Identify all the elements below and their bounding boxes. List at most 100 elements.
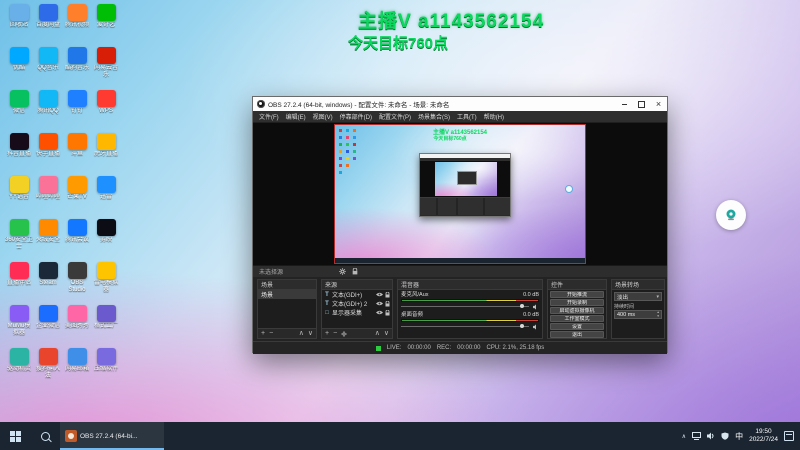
desktop-icon[interactable]: 美图秀秀 xyxy=(63,305,91,348)
desktop-icon[interactable]: 剪映 xyxy=(92,219,120,262)
desktop-icon[interactable]: Steam xyxy=(34,262,62,305)
spin-down-icon[interactable]: ▾ xyxy=(657,314,659,319)
slider-handle[interactable] xyxy=(519,304,524,308)
control-button[interactable]: 工作室模式 xyxy=(550,315,604,322)
desktop-icon[interactable]: 360安全卫士 xyxy=(5,219,33,262)
lock-icon[interactable] xyxy=(385,309,390,316)
desktop-icon[interactable]: OBS Studio xyxy=(63,262,91,305)
mixer-dock-title: 混音器 xyxy=(398,280,542,290)
desktop-icon[interactable]: 回收站 xyxy=(5,4,33,47)
control-button[interactable]: 开始推流 xyxy=(550,291,604,298)
control-button[interactable]: 启动虚拟摄像机 xyxy=(550,307,604,314)
notification-center-icon[interactable] xyxy=(784,431,794,441)
ime-indicator[interactable]: 中 xyxy=(735,431,743,442)
duration-spinbox[interactable]: 400 ms ▴ ▾ xyxy=(614,310,662,319)
obs-preview-area[interactable]: 主播V a1143562154 今天目标760点 xyxy=(253,123,667,265)
tray-chevron-icon[interactable]: ∧ xyxy=(682,433,686,440)
desktop-icon[interactable]: 火绒安全 xyxy=(34,219,62,262)
network-icon[interactable] xyxy=(692,432,702,440)
minimize-button[interactable] xyxy=(616,97,633,111)
desktop-icon[interactable]: 哔哩哔哩 xyxy=(34,176,62,219)
desktop-icon[interactable]: 百度网盘 xyxy=(34,4,62,47)
add-scene-button[interactable]: + xyxy=(261,330,265,338)
desktop-icon[interactable]: 企业微信 xyxy=(34,305,62,348)
desktop-icon[interactable]: 芒果TV xyxy=(63,176,91,219)
source-row[interactable]: T 文本(GDI+) xyxy=(322,290,392,299)
spin-arrows[interactable]: ▴ ▾ xyxy=(657,310,659,319)
shield-icon[interactable] xyxy=(721,432,729,440)
desktop-icon[interactable]: 优酷 xyxy=(5,47,33,90)
desktop-icon[interactable]: 格式工厂 xyxy=(92,305,120,348)
desktop-icon[interactable]: 抖音直播 xyxy=(5,133,33,176)
desktop-icon[interactable]: 微信 xyxy=(5,90,33,133)
desktop-icon[interactable]: 酷狗音乐 xyxy=(63,47,91,90)
desktop-icon[interactable]: 虎牙直播 xyxy=(92,133,120,176)
speaker-mute-icon[interactable] xyxy=(533,303,539,310)
desktop-icon[interactable]: 搜狗输入法 xyxy=(34,348,62,391)
source-up-button[interactable]: ∧ xyxy=(375,330,380,338)
maximize-button[interactable] xyxy=(633,97,650,111)
taskbar-clock[interactable]: 19:50 2022/7/24 xyxy=(749,428,778,444)
remove-scene-button[interactable]: − xyxy=(269,330,273,338)
gear-icon[interactable] xyxy=(339,268,346,275)
close-button[interactable]: × xyxy=(650,97,667,111)
menu-item[interactable]: 视图(V) xyxy=(313,112,333,121)
speaker-mute-icon[interactable] xyxy=(533,323,539,330)
captured-inner-video xyxy=(435,162,497,196)
control-button[interactable]: 开始录制 xyxy=(550,299,604,306)
visibility-eye-icon[interactable] xyxy=(376,301,383,306)
scene-list-item[interactable]: 场景 xyxy=(258,290,316,299)
desktop-icon[interactable]: 压缩软件 xyxy=(92,348,120,391)
visibility-eye-icon[interactable] xyxy=(376,310,383,315)
desktop-icon[interactable]: MuMu模拟器 xyxy=(5,305,33,348)
desktop-icon[interactable]: 快手直播 xyxy=(34,133,62,176)
source-down-button[interactable]: ∨ xyxy=(384,330,389,338)
volume-slider[interactable] xyxy=(401,303,539,310)
source-properties-gear-icon[interactable] xyxy=(341,330,348,337)
desktop-icon[interactable]: 雷电模拟器 xyxy=(92,262,120,305)
desktop-icon[interactable]: 腾讯QQ xyxy=(34,90,62,133)
control-button[interactable]: 设置 xyxy=(550,323,604,330)
menu-item[interactable]: 帮助(H) xyxy=(484,112,504,121)
control-button[interactable]: 退出 xyxy=(550,331,604,338)
preview-video[interactable]: 主播V a1143562154 今天目标760点 xyxy=(334,124,586,264)
search-button[interactable] xyxy=(30,422,60,450)
lock-icon[interactable] xyxy=(352,268,358,275)
desktop-icon[interactable]: 腾讯视频 xyxy=(63,4,91,47)
scene-down-button[interactable]: ∨ xyxy=(308,330,313,338)
lock-icon[interactable] xyxy=(385,300,390,307)
desktop-icon[interactable]: 驱动精灵 xyxy=(5,348,33,391)
desktop-icon[interactable]: 钉钉 xyxy=(63,90,91,133)
desktop-icon[interactable]: 网易邮箱 xyxy=(63,348,91,391)
slider-handle[interactable] xyxy=(519,324,524,328)
volume-slider[interactable] xyxy=(401,323,539,330)
desktop-icon[interactable]: 腾讯会议 xyxy=(63,219,91,262)
desktop-icon[interactable]: 迅雷 xyxy=(92,176,120,219)
desktop-icon[interactable]: WPS xyxy=(92,90,120,133)
visibility-eye-icon[interactable] xyxy=(376,292,383,297)
source-row[interactable]: T 文本(GDI+) 2 xyxy=(322,299,392,308)
desktop-icon[interactable]: YY语音 xyxy=(5,176,33,219)
scene-up-button[interactable]: ∧ xyxy=(299,330,304,338)
menu-item[interactable]: 配置文件(P) xyxy=(379,112,411,121)
menu-item[interactable]: 场景集合(S) xyxy=(418,112,450,121)
menu-item[interactable]: 停靠部件(D) xyxy=(340,112,372,121)
floating-widget[interactable] xyxy=(716,200,746,230)
taskbar-obs-button[interactable]: OBS 27.2.4 (64-bi... xyxy=(60,422,164,450)
menu-item[interactable]: 编辑(E) xyxy=(286,112,306,121)
start-button[interactable] xyxy=(0,422,30,450)
desktop-icon[interactable]: 爱奇艺 xyxy=(92,4,120,47)
remove-source-button[interactable]: − xyxy=(333,330,337,338)
add-source-button[interactable]: + xyxy=(325,330,329,338)
desktop-icon[interactable]: 斗鱼 xyxy=(63,133,91,176)
source-row[interactable]: □ 显示器采集 xyxy=(322,308,392,317)
speaker-icon[interactable] xyxy=(707,432,715,440)
desktop-icon[interactable]: QQ音乐 xyxy=(34,47,62,90)
menu-item[interactable]: 文件(F) xyxy=(259,112,279,121)
obs-titlebar[interactable]: OBS 27.2.4 (64-bit, windows) - 配置文件: 未命名… xyxy=(253,97,667,111)
desktop-icon[interactable]: 直播伴侣 xyxy=(5,262,33,305)
transition-select[interactable]: 淡出 ▾ xyxy=(614,292,662,301)
lock-icon[interactable] xyxy=(385,291,390,298)
menu-item[interactable]: 工具(T) xyxy=(457,112,477,121)
desktop-icon[interactable]: 网易云音乐 xyxy=(92,47,120,90)
